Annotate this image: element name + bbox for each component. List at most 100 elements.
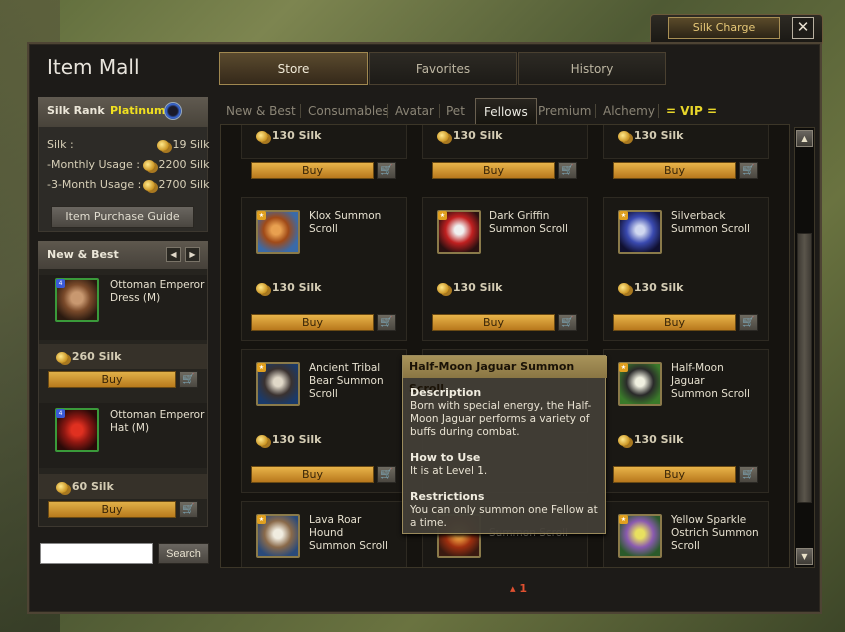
cart-icon[interactable]: 🛒 [377, 162, 396, 179]
silk-rank-label: Silk Rank [47, 104, 105, 117]
item-name: Yellow Sparkle Ostrich Summon Scroll [671, 514, 759, 552]
category-divider [300, 104, 301, 118]
buy-button[interactable]: Buy [613, 466, 736, 483]
buy-button[interactable]: Buy [613, 314, 736, 331]
coin-icon [256, 282, 268, 294]
category-alchemy[interactable]: Alchemy [603, 98, 655, 124]
cart-icon[interactable]: 🛒 [739, 314, 758, 331]
item-price: 130 Silk [618, 281, 683, 294]
category-pet[interactable]: Pet [446, 98, 465, 124]
buy-button[interactable]: Buy [251, 314, 374, 331]
item-name: Lava Roar Hound Summon Scroll [309, 514, 388, 552]
item-name: Half-Moon Jaguar Summon Scroll [671, 362, 750, 400]
silk-balance: 19 Silk [157, 138, 209, 151]
category-vip[interactable]: = VIP = [666, 98, 717, 124]
tooltip-restrictions-heading: Restrictions [410, 490, 485, 503]
cart-icon[interactable]: 🛒 [739, 466, 758, 483]
scrollbar-thumb[interactable] [797, 233, 812, 503]
tooltip-description: Born with special energy, the Half-Moon … [410, 400, 592, 438]
buy-button[interactable]: Buy [48, 371, 176, 388]
item-tag-icon: ★ [619, 211, 628, 220]
coin-icon [618, 282, 630, 294]
cart-icon[interactable]: 🛒 [179, 371, 198, 388]
tab-history[interactable]: History [518, 52, 666, 85]
coin-icon [256, 130, 268, 142]
three-month-usage-value: 2700 Silk [143, 178, 209, 191]
close-button[interactable]: ✕ [792, 17, 814, 39]
item-tag-icon: ★ [257, 515, 266, 524]
three-month-usage-label: -3-Month Usage : [47, 178, 142, 191]
coin-icon [143, 179, 155, 191]
coin-icon [56, 351, 68, 363]
buy-button[interactable]: Buy [48, 501, 176, 518]
category-new-best[interactable]: New & Best [226, 98, 296, 124]
tooltip-restrictions: You can only summon one Fellow at a time… [410, 504, 598, 529]
category-fellows[interactable]: Fellows [475, 98, 537, 124]
item-tag-icon: ★ [619, 363, 628, 372]
rank-badge-icon [164, 102, 182, 120]
item-tag-icon: ★ [619, 515, 628, 524]
item-price: 130 Silk [256, 433, 321, 446]
item-tag-icon: 4 [56, 409, 65, 418]
item-name: Dark Griffin Summon Scroll [489, 210, 568, 235]
item-name: Ottoman Emperor Dress (M) [110, 279, 205, 304]
category-divider [658, 104, 659, 118]
scroll-up-button[interactable]: ▲ [796, 130, 813, 147]
item-price: 60 Silk [56, 480, 114, 493]
cart-icon[interactable]: 🛒 [377, 314, 396, 331]
item-tag-icon: ★ [257, 363, 266, 372]
item-price: 130 Silk [437, 129, 502, 142]
category-divider [387, 104, 388, 118]
tooltip-howto-heading: How to Use [410, 451, 481, 464]
page-number[interactable]: ▴ 1 [510, 582, 527, 595]
item-name: Ancient Tribal Bear Summon Scroll [309, 362, 384, 400]
buy-button[interactable]: Buy [432, 314, 555, 331]
tab-store[interactable]: Store [219, 52, 368, 85]
buy-button[interactable]: Buy [613, 162, 736, 179]
item-price: 130 Silk [618, 129, 683, 142]
item-price: 130 Silk [256, 129, 321, 142]
tooltip-howto: It is at Level 1. [410, 465, 488, 477]
cart-icon[interactable]: 🛒 [739, 162, 758, 179]
silk-rank-value: Platinum [110, 104, 166, 117]
coin-icon [618, 434, 630, 446]
coin-icon [437, 130, 449, 142]
coin-icon [437, 282, 449, 294]
item-tag-icon: ★ [438, 211, 447, 220]
prev-arrow-button[interactable]: ◀ [166, 247, 181, 262]
buy-button[interactable]: Buy [251, 162, 374, 179]
coin-icon [256, 434, 268, 446]
item-price: 130 Silk [437, 281, 502, 294]
cart-icon[interactable]: 🛒 [179, 501, 198, 518]
item-price: 130 Silk [618, 433, 683, 446]
buy-button[interactable]: Buy [251, 466, 374, 483]
cart-icon[interactable]: 🛒 [377, 466, 396, 483]
buy-button[interactable]: Buy [432, 162, 555, 179]
item-tag-icon: ★ [257, 211, 266, 220]
tab-favorites[interactable]: Favorites [369, 52, 517, 85]
tooltip-description-heading: Description [410, 386, 482, 399]
monthly-usage-value: 2200 Silk [143, 158, 209, 171]
cart-icon[interactable]: 🛒 [558, 314, 577, 331]
scroll-down-button[interactable]: ▼ [796, 548, 813, 565]
monthly-usage-label: -Monthly Usage : [47, 158, 140, 171]
coin-icon [618, 130, 630, 142]
silk-charge-button[interactable]: Silk Charge [668, 17, 780, 39]
item-tooltip: Half-Moon Jaguar Summon Scroll Descripti… [402, 355, 607, 534]
coin-icon [143, 159, 155, 171]
item-price: 130 Silk [256, 281, 321, 294]
item-tag-icon: 4 [56, 279, 65, 288]
tooltip-title: Half-Moon Jaguar Summon Scroll [403, 356, 607, 395]
coin-icon [157, 139, 169, 151]
cart-icon[interactable]: 🛒 [558, 162, 577, 179]
category-avatar[interactable]: Avatar [395, 98, 434, 124]
next-arrow-button[interactable]: ▶ [185, 247, 200, 262]
search-input[interactable] [40, 543, 153, 564]
category-consumables[interactable]: Consumables [308, 98, 389, 124]
search-button[interactable]: Search [158, 543, 209, 564]
category-divider [595, 104, 596, 118]
category-premium[interactable]: Premium [538, 98, 591, 124]
coin-icon [56, 481, 68, 493]
window-title: Item Mall [47, 55, 140, 79]
item-purchase-guide-button[interactable]: Item Purchase Guide [51, 206, 194, 228]
